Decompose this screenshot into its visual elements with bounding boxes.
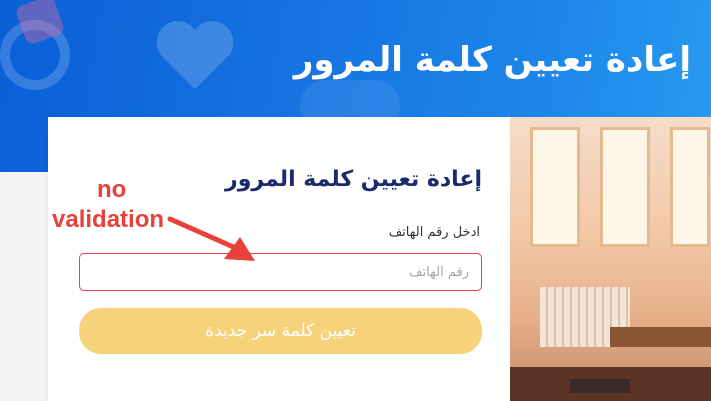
- phone-label: ادخل رقم الهاتف: [388, 225, 480, 240]
- window-shape: [600, 127, 650, 247]
- set-new-password-button[interactable]: تعيين كلمة سر جديدة: [79, 308, 482, 354]
- heart-icon: [156, 21, 234, 90]
- books-shape: [570, 379, 630, 393]
- annotation-line-1: no: [97, 176, 127, 203]
- annotation-line-2: validation: [52, 206, 165, 233]
- desk-shape: [610, 327, 711, 347]
- arrow-icon: [167, 216, 255, 261]
- phone-input[interactable]: [79, 253, 482, 291]
- window-shape: [670, 127, 710, 247]
- annotation-text: no validation: [52, 175, 164, 235]
- window-shape: [530, 127, 580, 247]
- page-title: إعادة تعيين كلمة المرور: [293, 40, 691, 80]
- classroom-photo: [510, 117, 711, 401]
- reset-password-card: إعادة تعيين كلمة المرور ادخل رقم الهاتف …: [48, 117, 510, 401]
- form-title: إعادة تعيين كلمة المرور: [225, 167, 482, 192]
